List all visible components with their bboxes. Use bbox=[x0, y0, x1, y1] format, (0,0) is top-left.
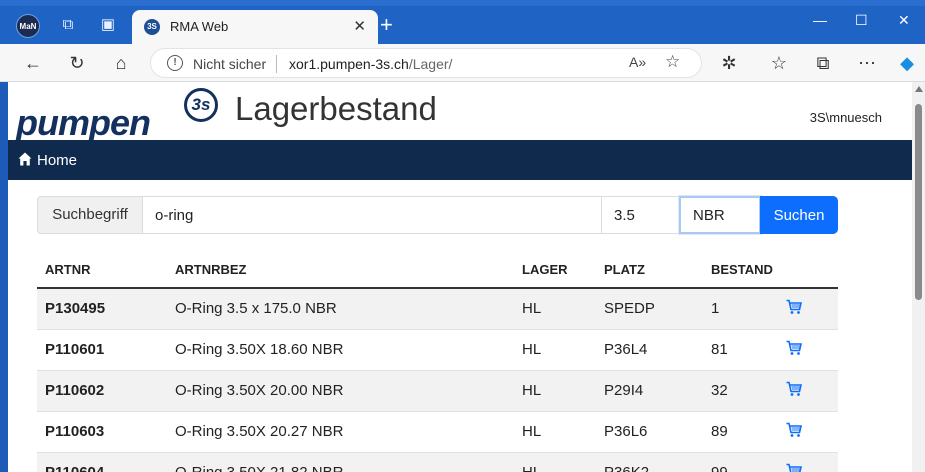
favorites-icon[interactable]: ☆ bbox=[768, 52, 790, 74]
cell-lager: HL bbox=[514, 329, 596, 371]
table-row: P110604 O-Ring 3.50X 21.82 NBR HL P36K2 … bbox=[37, 452, 838, 472]
search-label: Suchbegriff bbox=[37, 196, 143, 234]
address-bar[interactable]: ! Nicht sicher xor1.pumpen-3s.ch/Lager/ … bbox=[150, 48, 702, 78]
cell-bestand: 1 bbox=[703, 288, 778, 330]
cell-artnr: P110603 bbox=[37, 411, 167, 453]
search-form: Suchbegriff Suchen bbox=[37, 196, 838, 234]
cell-bestand: 89 bbox=[703, 411, 778, 453]
url-host: xor1.pumpen-3s.ch bbox=[289, 56, 409, 72]
main-navbar: Home bbox=[8, 140, 912, 180]
cell-platz: SPEDP bbox=[596, 288, 703, 330]
table-row: P110601 O-Ring 3.50X 18.60 NBR HL P36L4 … bbox=[37, 329, 838, 371]
table-row: P110603 O-Ring 3.50X 20.27 NBR HL P36L6 … bbox=[37, 411, 838, 453]
pumpen-3s-logo[interactable]: pumpen 3s bbox=[16, 88, 218, 143]
cell-bestand: 32 bbox=[703, 370, 778, 412]
size-input[interactable] bbox=[601, 196, 680, 234]
cell-platz: P29I4 bbox=[596, 370, 703, 412]
cell-artnr: P110602 bbox=[37, 370, 167, 412]
cell-lager: HL bbox=[514, 411, 596, 453]
cell-action bbox=[778, 411, 838, 453]
page-title: Lagerbestand bbox=[235, 90, 437, 127]
cell-artnr: P110604 bbox=[37, 452, 167, 472]
address-divider bbox=[276, 55, 277, 73]
more-icon[interactable]: ⋯ bbox=[856, 52, 878, 74]
tab-favicon-icon: 3S bbox=[144, 19, 160, 35]
cart-icon[interactable] bbox=[786, 422, 802, 438]
logo-badge: 3s bbox=[184, 88, 218, 122]
cell-platz: P36K2 bbox=[596, 452, 703, 472]
cell-artnr: P110601 bbox=[37, 329, 167, 371]
home-icon[interactable]: ⌂ bbox=[110, 52, 132, 74]
maximize-icon[interactable]: ☐ bbox=[855, 12, 868, 29]
page-scrollbar[interactable] bbox=[912, 82, 925, 472]
cell-bez: O-Ring 3.50X 20.27 NBR bbox=[167, 411, 514, 453]
cell-action bbox=[778, 452, 838, 472]
col-header-artnrbez[interactable]: ARTNRBEZ bbox=[167, 252, 514, 289]
logo-wordmark: pumpen bbox=[16, 102, 151, 143]
cell-platz: P36L6 bbox=[596, 411, 703, 453]
cell-bez: O-Ring 3.50X 21.82 NBR bbox=[167, 452, 514, 472]
extensions-icon[interactable]: ✲ bbox=[718, 52, 740, 74]
col-header-bestand[interactable]: BESTAND bbox=[703, 252, 778, 289]
cell-lager: HL bbox=[514, 452, 596, 472]
col-header-platz[interactable]: PLATZ bbox=[596, 252, 703, 289]
url-text[interactable]: xor1.pumpen-3s.ch/Lager/ bbox=[289, 56, 452, 72]
col-header-lager[interactable]: LAGER bbox=[514, 252, 596, 289]
background-window-strip bbox=[0, 0, 925, 6]
url-path: /Lager/ bbox=[408, 56, 453, 72]
current-user: 3S\mnuesch bbox=[809, 110, 882, 125]
search-term-input[interactable] bbox=[142, 196, 602, 234]
cart-icon[interactable] bbox=[786, 463, 802, 472]
cell-artnr: P130495 bbox=[37, 288, 167, 330]
refresh-icon[interactable]: ↻ bbox=[66, 52, 88, 74]
browser-titlebar: MaN ⧉ ▣ 3S RMA Web ✕ + — ☐ ✕ bbox=[0, 0, 925, 44]
cell-action bbox=[778, 370, 838, 412]
vertical-tabs-icon[interactable]: ▣ bbox=[98, 15, 118, 35]
house-icon bbox=[18, 152, 32, 166]
collections-icon[interactable]: ⧉ bbox=[812, 52, 834, 74]
web-page: pumpen 3s Lagerbestand 3S\mnuesch Home S… bbox=[8, 82, 912, 472]
cell-bestand: 81 bbox=[703, 329, 778, 371]
cart-icon[interactable] bbox=[786, 340, 802, 356]
cell-action bbox=[778, 288, 838, 330]
close-window-icon[interactable]: ✕ bbox=[898, 12, 910, 29]
scroll-up-icon[interactable] bbox=[915, 86, 923, 92]
cell-lager: HL bbox=[514, 370, 596, 412]
stock-table: ARTNR ARTNRBEZ LAGER PLATZ BESTAND P1304… bbox=[37, 252, 838, 472]
copilot-icon[interactable]: ◆ bbox=[896, 52, 918, 74]
minimize-icon[interactable]: — bbox=[813, 12, 827, 28]
col-header-actions bbox=[778, 252, 838, 289]
read-aloud-icon[interactable]: A» bbox=[629, 54, 646, 70]
security-status[interactable]: Nicht sicher bbox=[193, 56, 266, 72]
favorite-star-icon[interactable]: ☆ bbox=[665, 52, 680, 72]
table-row: P130495 O-Ring 3.5 x 175.0 NBR HL SPEDP … bbox=[37, 288, 838, 330]
table-row: P110602 O-Ring 3.50X 20.00 NBR HL P29I4 … bbox=[37, 370, 838, 412]
cart-icon[interactable] bbox=[786, 299, 802, 315]
cell-lager: HL bbox=[514, 288, 596, 330]
col-header-artnr[interactable]: ARTNR bbox=[37, 252, 167, 289]
back-icon[interactable]: ← bbox=[22, 52, 44, 74]
nav-home-link[interactable]: Home bbox=[18, 151, 77, 169]
new-tab-icon[interactable]: + bbox=[380, 14, 393, 36]
tab-rma-web[interactable]: 3S RMA Web ✕ bbox=[132, 10, 378, 44]
cell-action bbox=[778, 329, 838, 371]
browser-toolbar: ← ↻ ⌂ ! Nicht sicher xor1.pumpen-3s.ch/L… bbox=[0, 44, 925, 82]
tab-title: RMA Web bbox=[170, 19, 229, 34]
cell-bez: O-Ring 3.50X 20.00 NBR bbox=[167, 370, 514, 412]
workspaces-icon[interactable]: ⧉ bbox=[58, 15, 78, 35]
material-input[interactable] bbox=[679, 196, 761, 234]
cart-icon[interactable] bbox=[786, 381, 802, 397]
close-tab-icon[interactable]: ✕ bbox=[353, 17, 366, 35]
page-header: pumpen 3s Lagerbestand 3S\mnuesch bbox=[8, 82, 912, 143]
table-header-row: ARTNR ARTNRBEZ LAGER PLATZ BESTAND bbox=[37, 252, 838, 289]
search-button[interactable]: Suchen bbox=[760, 196, 838, 234]
cell-bez: O-Ring 3.50X 18.60 NBR bbox=[167, 329, 514, 371]
scrollbar-thumb[interactable] bbox=[915, 104, 922, 300]
cell-platz: P36L4 bbox=[596, 329, 703, 371]
cell-bez: O-Ring 3.5 x 175.0 NBR bbox=[167, 288, 514, 330]
profile-avatar[interactable]: MaN bbox=[16, 14, 40, 38]
cell-bestand: 99 bbox=[703, 452, 778, 472]
not-secure-icon[interactable]: ! bbox=[167, 55, 183, 71]
nav-home-label: Home bbox=[37, 152, 78, 169]
